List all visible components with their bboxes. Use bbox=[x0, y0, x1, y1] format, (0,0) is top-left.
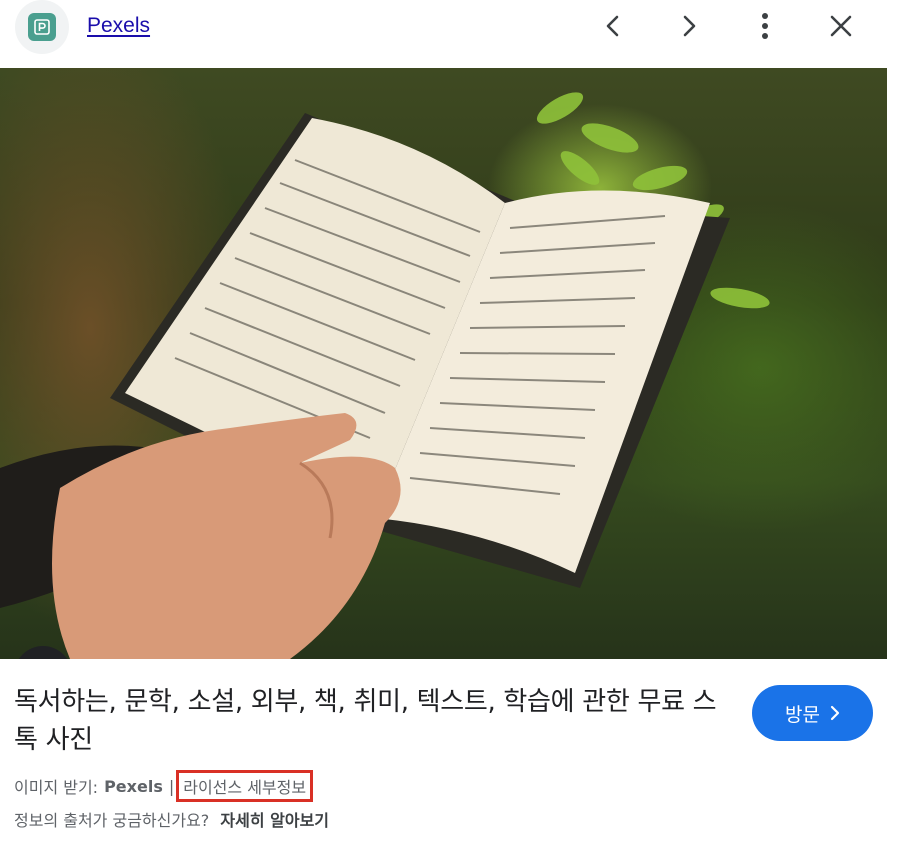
close-button[interactable] bbox=[823, 8, 859, 44]
source-line: 이미지 받기: Pexels | 라이선스 세부정보 bbox=[14, 770, 314, 802]
license-details-link[interactable]: 라이선스 세부정보 bbox=[176, 770, 314, 802]
separator: | bbox=[168, 776, 175, 796]
more-vert-icon bbox=[762, 13, 768, 39]
site-favicon[interactable] bbox=[15, 0, 69, 54]
info-line: 정보의 출처가 궁금하신가요? 자세히 알아보기 bbox=[14, 807, 329, 831]
visit-button[interactable]: 방문 bbox=[752, 685, 873, 741]
previous-button[interactable] bbox=[595, 8, 631, 44]
image-title: 독서하는, 문학, 소설, 외부, 책, 취미, 텍스트, 학습에 관한 무료 … bbox=[14, 687, 717, 755]
source-prefix: 이미지 받기: bbox=[14, 778, 99, 797]
close-icon bbox=[830, 15, 852, 37]
learn-more-link[interactable]: 자세히 알아보기 bbox=[220, 811, 329, 830]
next-button[interactable] bbox=[671, 8, 707, 44]
book-photo-illustration bbox=[0, 92, 770, 659]
pexels-logo-icon bbox=[28, 13, 56, 41]
visit-button-label: 방문 bbox=[785, 703, 820, 726]
header: Pexels bbox=[0, 0, 900, 68]
preview-image[interactable] bbox=[0, 68, 887, 659]
chevron-right-icon bbox=[830, 705, 840, 721]
info-question: 정보의 출처가 궁금하신가요? bbox=[14, 811, 210, 830]
site-name-link[interactable]: Pexels bbox=[87, 14, 150, 38]
source-name: Pexels bbox=[104, 776, 163, 796]
more-options-button[interactable] bbox=[747, 8, 783, 44]
chevron-left-icon bbox=[606, 15, 619, 37]
chevron-right-icon bbox=[683, 15, 696, 37]
